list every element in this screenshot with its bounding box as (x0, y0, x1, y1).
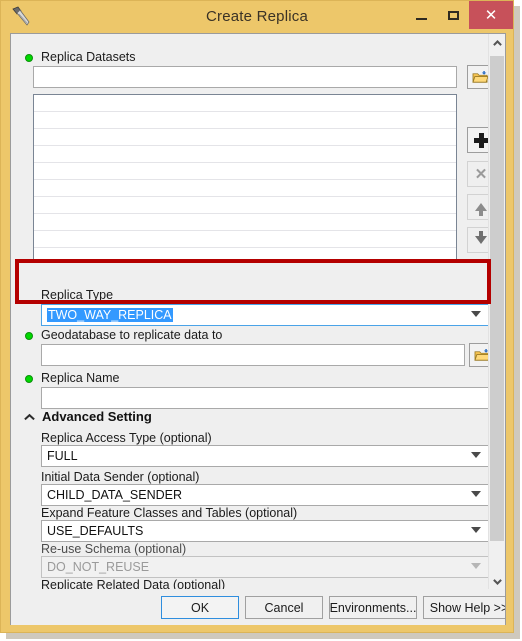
replica-access-type-label: Replica Access Type (optional) (41, 431, 212, 445)
list-item[interactable] (34, 214, 456, 231)
scroll-down-button[interactable] (489, 573, 505, 590)
required-dot-icon (25, 54, 33, 62)
list-item[interactable] (34, 180, 456, 197)
list-item[interactable] (34, 129, 456, 146)
parameters-scrollbar[interactable] (488, 34, 505, 590)
replica-datasets-input[interactable] (33, 66, 457, 88)
expand-feature-classes-value: USE_DEFAULTS (47, 524, 144, 538)
environments-button[interactable]: Environments... (329, 596, 417, 619)
replica-name-label: Replica Name (25, 371, 120, 385)
advanced-setting-header[interactable]: Advanced Setting (25, 409, 152, 424)
geodatabase-target-label: Geodatabase to replicate data to (25, 328, 222, 342)
close-icon: ✕ (484, 6, 498, 24)
x-icon: ✕ (474, 165, 488, 183)
screenshot-root: Create Replica ✕ Replica Datasets ✕ Repl… (0, 0, 522, 641)
remove-dataset-button[interactable]: ✕ (467, 161, 489, 187)
show-help-button[interactable]: Show Help >> (423, 596, 505, 619)
list-item[interactable] (34, 197, 456, 214)
list-item[interactable] (34, 231, 456, 248)
arrow-up-icon (475, 203, 487, 216)
chevron-down-icon (471, 452, 481, 458)
replica-access-type-value: FULL (47, 449, 78, 463)
cancel-button[interactable]: Cancel (245, 596, 323, 619)
scrollbar-thumb[interactable] (490, 56, 504, 541)
move-dataset-up-button[interactable] (467, 194, 489, 220)
expand-feature-classes-label: Expand Feature Classes and Tables (optio… (41, 506, 298, 520)
list-item[interactable] (34, 146, 456, 163)
replica-datasets-label: Replica Datasets (25, 50, 136, 64)
minimize-button[interactable] (405, 1, 437, 29)
chevron-down-icon (471, 563, 481, 569)
plus-icon (473, 132, 489, 148)
chevron-down-icon (471, 491, 481, 497)
geodatabase-target-input[interactable] (41, 344, 465, 366)
reuse-schema-label: Re-use Schema (optional) (41, 542, 187, 556)
maximize-button[interactable] (437, 1, 469, 29)
minimize-icon (415, 18, 427, 20)
scroll-up-button[interactable] (489, 34, 505, 51)
titlebar[interactable]: Create Replica ✕ (1, 1, 513, 33)
chevron-down-icon (471, 311, 481, 317)
replica-type-combobox[interactable]: TWO_WAY_REPLICA (41, 304, 489, 326)
arrow-down-icon (475, 231, 487, 244)
maximize-icon (447, 10, 459, 20)
close-button[interactable]: ✕ (469, 1, 513, 29)
replica-name-input[interactable] (41, 387, 489, 409)
initial-data-sender-label: Initial Data Sender (optional) (41, 470, 200, 484)
replica-access-type-combobox[interactable]: FULL (41, 445, 489, 467)
list-item[interactable] (34, 112, 456, 129)
replica-datasets-listbox[interactable] (33, 94, 457, 262)
chevron-down-icon (471, 527, 481, 533)
geodatabase-target-browse-button[interactable] (469, 343, 489, 367)
create-replica-dialog: Create Replica ✕ Replica Datasets ✕ Repl… (0, 0, 514, 633)
chevron-down-icon (493, 579, 502, 585)
ok-button[interactable]: OK (161, 596, 239, 619)
reuse-schema-combobox: DO_NOT_REUSE (41, 556, 489, 578)
open-folder-icon (471, 70, 489, 83)
required-dot-icon (25, 332, 33, 340)
open-folder-icon (473, 348, 489, 361)
window-controls: ✕ (405, 1, 513, 29)
list-item[interactable] (34, 95, 456, 112)
chevron-up-icon (25, 413, 35, 420)
initial-data-sender-value: CHILD_DATA_SENDER (47, 488, 182, 502)
replica-datasets-browse-button[interactable] (467, 65, 489, 89)
initial-data-sender-combobox[interactable]: CHILD_DATA_SENDER (41, 484, 489, 506)
parameters-pane: Replica Datasets ✕ Replica Type TWO_WAY_… (11, 34, 489, 590)
replica-type-value: TWO_WAY_REPLICA (47, 308, 173, 322)
reuse-schema-value: DO_NOT_REUSE (47, 560, 150, 574)
dialog-button-bar: OK Cancel Environments... Show Help >> (11, 589, 505, 625)
required-dot-icon (25, 375, 33, 383)
dialog-client-area: Replica Datasets ✕ Replica Type TWO_WAY_… (10, 33, 506, 625)
chevron-up-icon (493, 40, 502, 46)
move-dataset-down-button[interactable] (467, 227, 489, 253)
add-dataset-button[interactable] (467, 127, 489, 153)
list-item[interactable] (34, 163, 456, 180)
expand-feature-classes-combobox[interactable]: USE_DEFAULTS (41, 520, 489, 542)
replica-type-label: Replica Type (41, 288, 114, 302)
